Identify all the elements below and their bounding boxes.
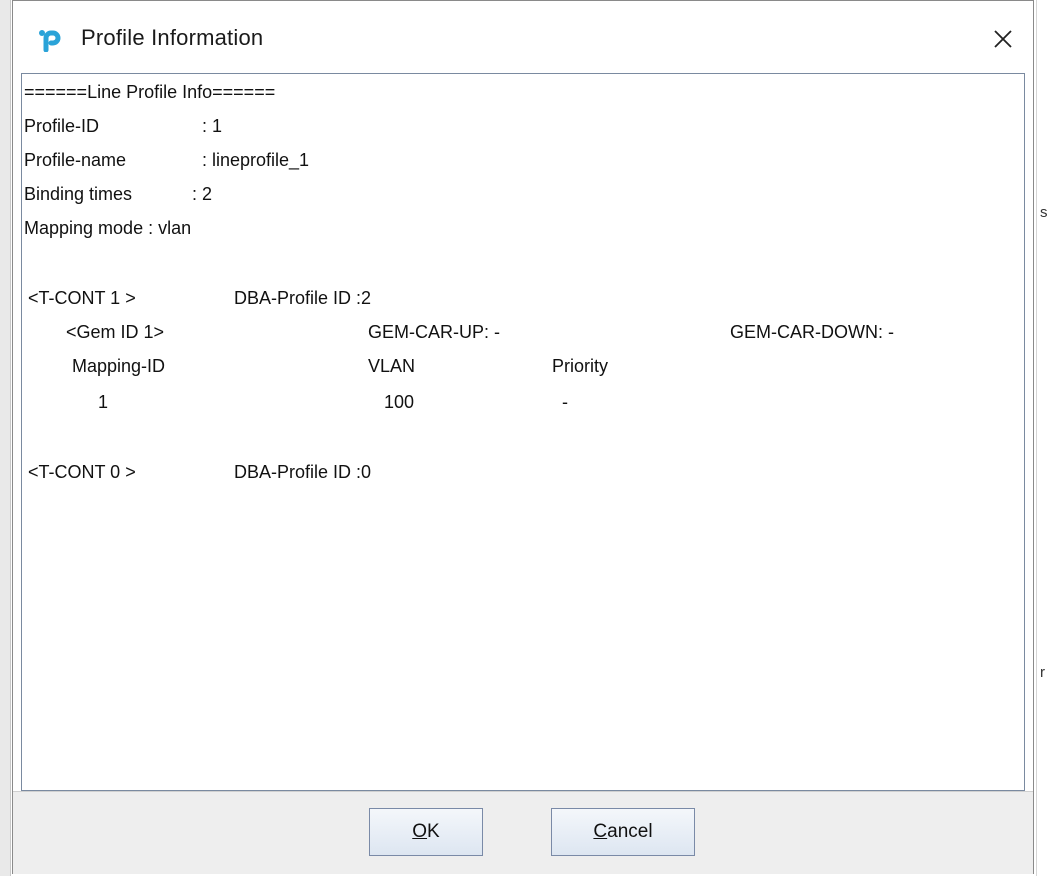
mapping-row-vlan: 100 [384, 392, 415, 412]
cancel-button[interactable]: Cancel [551, 808, 695, 856]
background-panel-right [1036, 0, 1048, 876]
tcont1-label: <T-CONT 1 > [28, 288, 136, 308]
gem-id-label: <Gem ID 1> [66, 322, 165, 342]
tcont0-dba-profile: DBA-Profile ID :0 [234, 462, 372, 482]
column-header-mapping-id: Mapping-ID [72, 356, 166, 376]
mapping-mode: Mapping mode : vlan [24, 218, 192, 238]
background-panel-left [0, 0, 11, 876]
dialog-button-bar: OK Cancel [13, 791, 1033, 874]
tp-link-logo-icon [37, 26, 63, 53]
close-icon [994, 30, 1012, 48]
dialog-title: Profile Information [81, 25, 264, 50]
gem-car-up: GEM-CAR-UP: - [368, 322, 500, 342]
ok-button-label: K [427, 821, 440, 842]
binding-times-value: : 2 [192, 184, 213, 204]
column-header-vlan: VLAN [368, 356, 416, 376]
profile-name-label: Profile-name [24, 150, 127, 170]
info-header: ======Line Profile Info====== [24, 82, 276, 102]
background-text-fragment: s [1040, 204, 1048, 221]
gem-car-down: GEM-CAR-DOWN: - [730, 322, 894, 342]
dialog-titlebar[interactable]: Profile Information [13, 1, 1033, 73]
ok-button[interactable]: OK [369, 808, 483, 856]
background-text-fragment: r [1040, 664, 1045, 681]
mapping-row-mapping-id: 1 [98, 392, 109, 412]
profile-id-value: : 1 [202, 116, 223, 136]
tcont0-label: <T-CONT 0 > [28, 462, 136, 482]
close-button[interactable] [983, 19, 1023, 59]
ok-button-mnemonic: O [412, 821, 428, 842]
profile-id-label: Profile-ID [24, 116, 100, 136]
binding-times-label: Binding times [24, 184, 133, 204]
column-header-priority: Priority [552, 356, 609, 376]
cancel-button-label: ancel [607, 821, 653, 842]
profile-name-value: : lineprofile_1 [202, 150, 310, 170]
tcont1-dba-profile: DBA-Profile ID :2 [234, 288, 372, 308]
profile-information-dialog: Profile Information ======Line Profile I… [12, 0, 1034, 874]
mapping-row-priority: - [562, 392, 568, 412]
profile-info-text-area[interactable]: ======Line Profile Info====== Profile-ID… [21, 73, 1025, 791]
cancel-button-mnemonic: C [593, 821, 608, 842]
